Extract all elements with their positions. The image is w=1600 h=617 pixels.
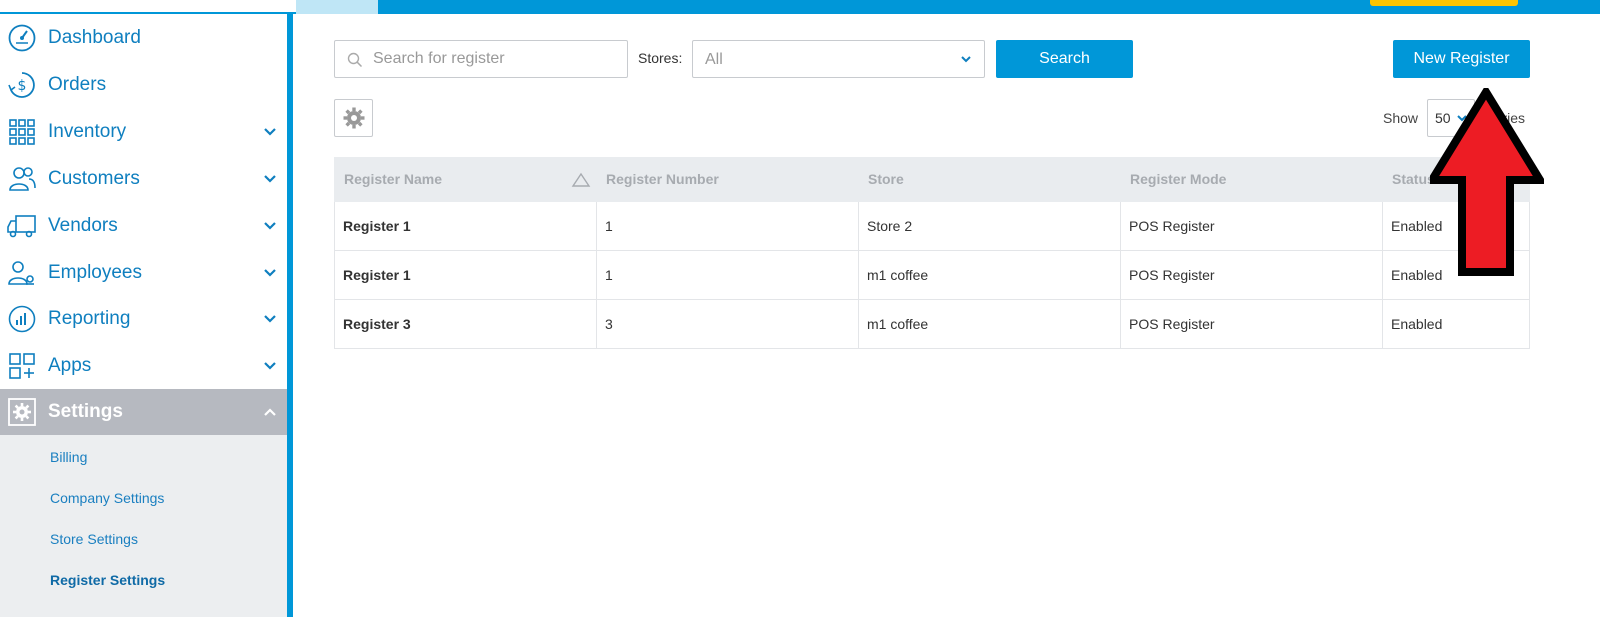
sidebar-item-label: Reporting (48, 308, 131, 329)
stores-select[interactable]: All (692, 40, 985, 78)
settings-gear-icon (7, 397, 37, 427)
submenu-item-billing[interactable]: Billing (50, 449, 87, 465)
top-header-bar (296, 0, 1600, 14)
sidebar-item-customers[interactable]: Customers (0, 156, 287, 202)
cell-store: m1 coffee (859, 300, 1121, 348)
sidebar-item-apps[interactable]: Apps (0, 343, 287, 389)
sidebar-item-label: Apps (48, 355, 92, 376)
registers-table: Register Name Register Number Store Regi… (334, 157, 1530, 349)
cell-register-name: Register 3 (335, 300, 597, 348)
sidebar-item-orders[interactable]: $ Orders (0, 62, 287, 108)
orders-dollar-icon: $ (7, 70, 37, 100)
dashboard-gauge-icon (7, 23, 37, 53)
cell-register-number: 1 (597, 202, 859, 250)
sidebar-item-label: Vendors (48, 215, 118, 236)
sidebar-item-label: Settings (48, 401, 123, 422)
vendors-truck-icon (7, 211, 37, 241)
column-header-register-name[interactable]: Register Name (344, 171, 442, 187)
sidebar-item-label: Dashboard (48, 27, 141, 48)
sidebar-item-label: Customers (48, 168, 140, 189)
sidebar-item-label: Employees (48, 262, 142, 283)
table-header: Register Name Register Number Store Regi… (334, 157, 1530, 202)
submenu-item-company-settings[interactable]: Company Settings (50, 490, 164, 506)
chevron-down-icon (264, 315, 276, 323)
submenu-item-register-settings[interactable]: Register Settings (50, 572, 165, 588)
cell-register-name: Register 1 (335, 251, 597, 299)
search-icon (347, 52, 363, 68)
sidebar-item-employees[interactable]: Employees (0, 250, 287, 296)
cell-register-mode: POS Register (1121, 251, 1383, 299)
svg-text:$: $ (18, 78, 27, 94)
sort-ascending-icon[interactable] (571, 172, 591, 188)
stores-select-value: All (705, 51, 723, 68)
chevron-down-icon (264, 362, 276, 370)
table-row[interactable]: Register 3 3 m1 coffee POS Register Enab… (334, 300, 1530, 349)
submenu-item-store-settings[interactable]: Store Settings (50, 531, 138, 547)
inventory-grid-icon (7, 117, 37, 147)
header-tab[interactable] (296, 0, 378, 14)
chevron-down-icon (264, 222, 276, 230)
cell-register-number: 3 (597, 300, 859, 348)
show-label: Show (1383, 110, 1419, 126)
cell-register-mode: POS Register (1121, 300, 1383, 348)
sidebar-item-dashboard[interactable]: Dashboard (0, 15, 287, 61)
chevron-up-icon (264, 408, 276, 416)
search-button[interactable]: Search (996, 40, 1133, 78)
header-action-button[interactable] (1370, 0, 1518, 6)
column-settings-button[interactable] (334, 99, 373, 137)
topbar-left (0, 0, 296, 14)
apps-icon (7, 351, 37, 381)
cell-register-name: Register 1 (335, 202, 597, 250)
search-box (334, 40, 628, 78)
column-header-register-mode[interactable]: Register Mode (1130, 171, 1226, 187)
cell-register-mode: POS Register (1121, 202, 1383, 250)
cell-store: m1 coffee (859, 251, 1121, 299)
chevron-down-icon (264, 269, 276, 277)
annotation-arrow-up-icon (1430, 88, 1544, 276)
sidebar-item-reporting[interactable]: Reporting (0, 296, 287, 342)
gear-icon (343, 107, 364, 129)
new-register-button[interactable]: New Register (1393, 40, 1530, 78)
chevron-down-icon (264, 128, 276, 136)
sidebar-item-label: Orders (48, 74, 107, 95)
table-row[interactable]: Register 1 1 Store 2 POS Register Enable… (334, 202, 1530, 251)
cell-store: Store 2 (859, 202, 1121, 250)
settings-submenu: Billing Company Settings Store Settings … (0, 435, 287, 617)
cell-status: Enabled (1391, 316, 1443, 332)
cell-register-number: 1 (597, 251, 859, 299)
table-row[interactable]: Register 1 1 m1 coffee POS Register Enab… (334, 251, 1530, 300)
chevron-down-icon (264, 175, 276, 183)
column-header-register-number[interactable]: Register Number (606, 171, 719, 187)
column-header-status[interactable]: Status (1392, 171, 1435, 187)
stores-label: Stores: (638, 50, 683, 66)
reporting-chart-icon (7, 304, 37, 334)
sidebar-item-inventory[interactable]: Inventory (0, 109, 287, 155)
customers-icon (7, 164, 37, 194)
employees-icon (7, 258, 37, 288)
sidebar-item-settings[interactable]: Settings (0, 389, 287, 435)
column-header-store[interactable]: Store (868, 171, 904, 187)
sidebar-item-vendors[interactable]: Vendors (0, 203, 287, 249)
search-input[interactable] (373, 47, 621, 71)
chevron-down-icon (961, 56, 971, 63)
sidebar-item-label: Inventory (48, 121, 127, 142)
